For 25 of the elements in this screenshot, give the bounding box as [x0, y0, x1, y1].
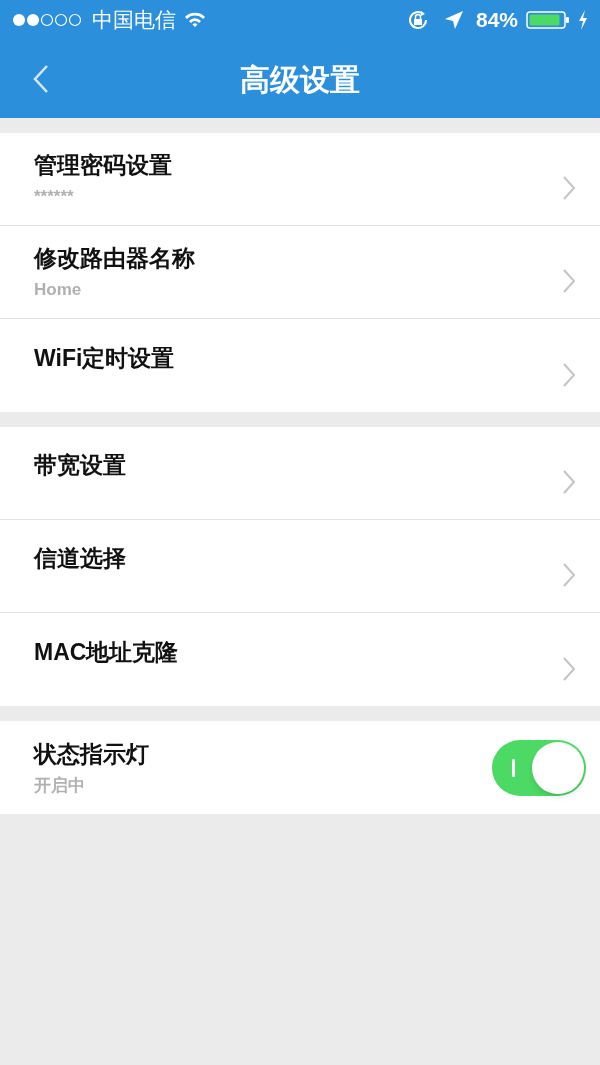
row-subtitle: ******	[34, 186, 75, 208]
row-subtitle: Home	[34, 279, 83, 301]
row-title: 状态指示灯	[34, 739, 150, 769]
chevron-icon	[562, 175, 576, 201]
row-title: 管理密码设置	[34, 151, 173, 180]
wifi-icon	[184, 12, 206, 28]
chevron-icon	[562, 469, 576, 495]
row-title: MAC地址克隆	[34, 637, 180, 667]
row-title: 带宽设置	[34, 451, 127, 480]
chevron-icon	[562, 361, 576, 388]
charging-icon	[578, 10, 588, 30]
row-title: 信道选择	[34, 544, 127, 573]
row-title: WiFi定时设置	[34, 343, 176, 373]
signal-icon	[12, 13, 84, 27]
battery-icon	[526, 10, 570, 30]
location-arrow-icon	[443, 10, 464, 30]
carrier-name: 中国电信	[92, 7, 176, 34]
toggle-switch[interactable]	[492, 739, 586, 796]
chevron-icon	[562, 562, 576, 588]
chevron-icon	[562, 655, 576, 682]
page-title: 高级设置	[240, 61, 360, 98]
battery-percent: 84%	[475, 7, 518, 34]
row-title: 修改路由器名称	[34, 244, 196, 273]
chevron-icon	[562, 268, 576, 294]
row-subtitle: 开启中	[34, 774, 86, 797]
